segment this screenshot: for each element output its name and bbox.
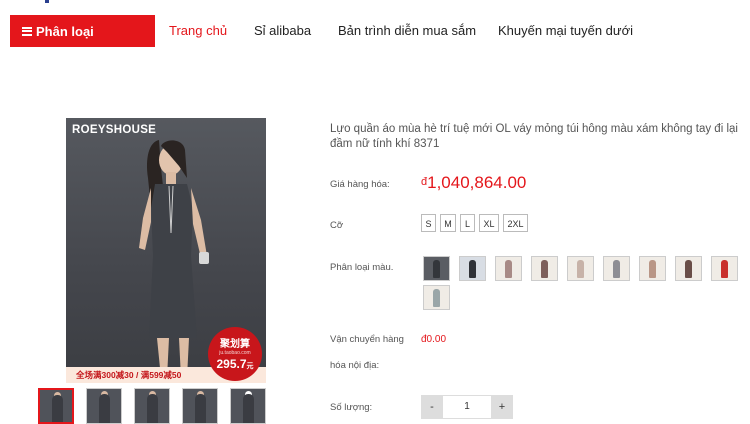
color-swatch[interactable] [603, 256, 630, 281]
shipping-label-line2: hóa nội địa: [330, 360, 380, 371]
color-swatch[interactable] [567, 256, 594, 281]
color-swatch[interactable] [495, 256, 522, 281]
product-main-image[interactable]: ROEYSHOUSE 全场满300减30 / 满599减50 聚划算 ju.ta… [66, 118, 266, 383]
top-accent-dot [45, 0, 49, 3]
thumbnail[interactable] [230, 388, 266, 424]
size-label: Cỡ [330, 220, 344, 231]
color-swatch[interactable] [423, 256, 450, 281]
nav-link-wholesale[interactable]: Sỉ alibaba [254, 23, 311, 38]
top-accent-line [0, 0, 750, 3]
nav-link-home[interactable]: Trang chủ [169, 23, 227, 38]
price-badge: 聚划算 ju.taobao.com 295.7元 [208, 327, 262, 381]
color-swatch[interactable] [459, 256, 486, 281]
color-swatch[interactable] [423, 285, 450, 310]
color-swatch[interactable] [531, 256, 558, 281]
color-swatch[interactable] [675, 256, 702, 281]
shipping-value: đ0.00 [421, 334, 447, 345]
size-option-l[interactable]: L [460, 214, 475, 232]
nav-link-shopping-show[interactable]: Bản trình diễn mua sắm [338, 23, 476, 38]
thumbnail[interactable] [38, 388, 74, 424]
quantity-increase-button[interactable]: + [491, 395, 513, 419]
nav-link-promotions[interactable]: Khuyến mại tuyến dưới [498, 23, 633, 38]
shipping-label-line1: Vận chuyển hàng [330, 334, 404, 345]
color-label: Phân loại màu. [330, 262, 394, 273]
price-label: Giá hàng hóa: [330, 179, 390, 190]
color-swatch[interactable] [711, 256, 738, 281]
badge-subtitle: ju.taobao.com [219, 350, 251, 356]
category-label: Phân loại [36, 23, 94, 39]
size-option-s[interactable]: S [421, 214, 436, 232]
thumbnail[interactable] [86, 388, 122, 424]
size-option-2xl[interactable]: 2XL [503, 214, 528, 232]
quantity-input[interactable]: 1 [443, 395, 491, 419]
size-option-m[interactable]: M [440, 214, 456, 232]
quantity-decrease-button[interactable]: - [421, 395, 443, 419]
product-title: Lựo quần áo mùa hè trí tuệ mới OL váy mỏ… [330, 123, 738, 150]
product-price: đ1,040,864.00 [421, 173, 527, 192]
badge-price: 295.7元 [216, 357, 254, 371]
thumbnail[interactable] [134, 388, 170, 424]
menu-icon [22, 26, 32, 36]
quantity-stepper: - 1 + [421, 395, 513, 419]
badge-title: 聚划算 [220, 339, 250, 350]
category-button[interactable]: Phân loại [10, 15, 155, 47]
color-swatch[interactable] [639, 256, 666, 281]
brand-logo-text: ROEYSHOUSE [72, 124, 157, 136]
quantity-label: Số lượng: [330, 402, 373, 413]
thumbnail[interactable] [182, 388, 218, 424]
size-option-xl[interactable]: XL [479, 214, 499, 232]
